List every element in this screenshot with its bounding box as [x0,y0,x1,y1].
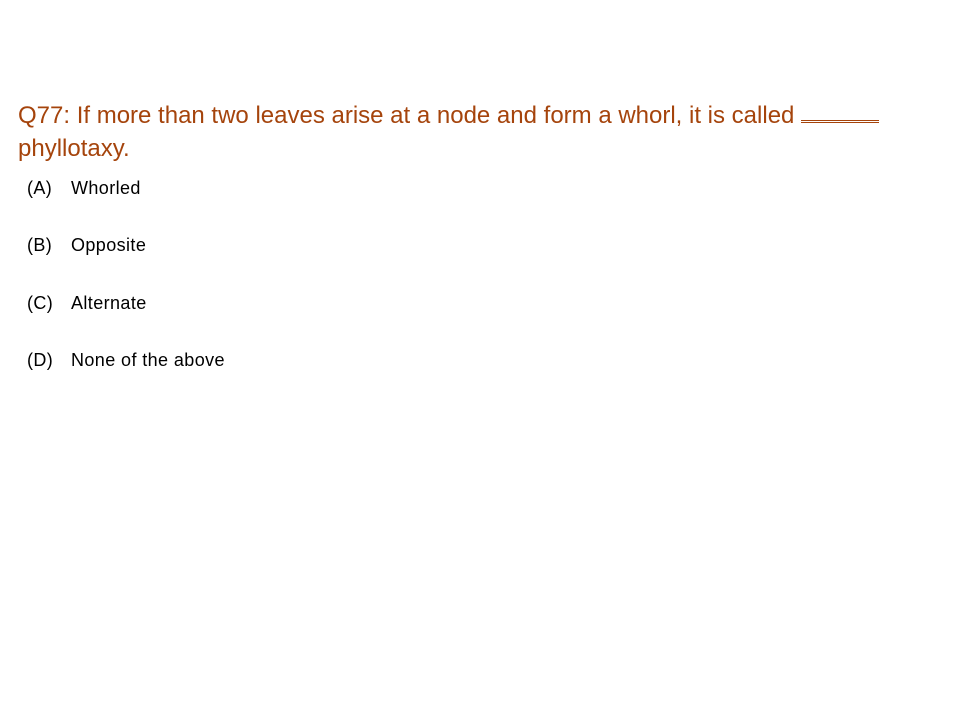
option-text: None of the above [71,350,225,370]
question-suffix: phyllotaxy. [18,135,130,162]
option-b[interactable]: (B) Opposite [27,234,225,258]
option-c[interactable]: (C) Alternate [27,291,225,315]
option-text: Whorled [71,177,141,198]
question-prefix: Q77: If more than two leaves arise at a … [18,102,795,129]
option-letter: (B) [27,235,53,255]
answer-blank [801,96,880,123]
slide: Q77: If more than two leaves arise at a … [0,0,960,719]
options-list: (A) Whorled (B) Opposite (C) Alternate (… [27,176,225,406]
option-a[interactable]: (A) Whorled [27,176,225,200]
option-d[interactable]: (D) None of the above [27,349,225,373]
option-letter: (A) [27,177,53,198]
option-letter: (C) [27,292,54,313]
option-text: Opposite [71,235,147,255]
option-letter: (D) [27,350,54,370]
option-text: Alternate [71,292,147,313]
question-text: Q77: If more than two leaves arise at a … [18,96,938,165]
